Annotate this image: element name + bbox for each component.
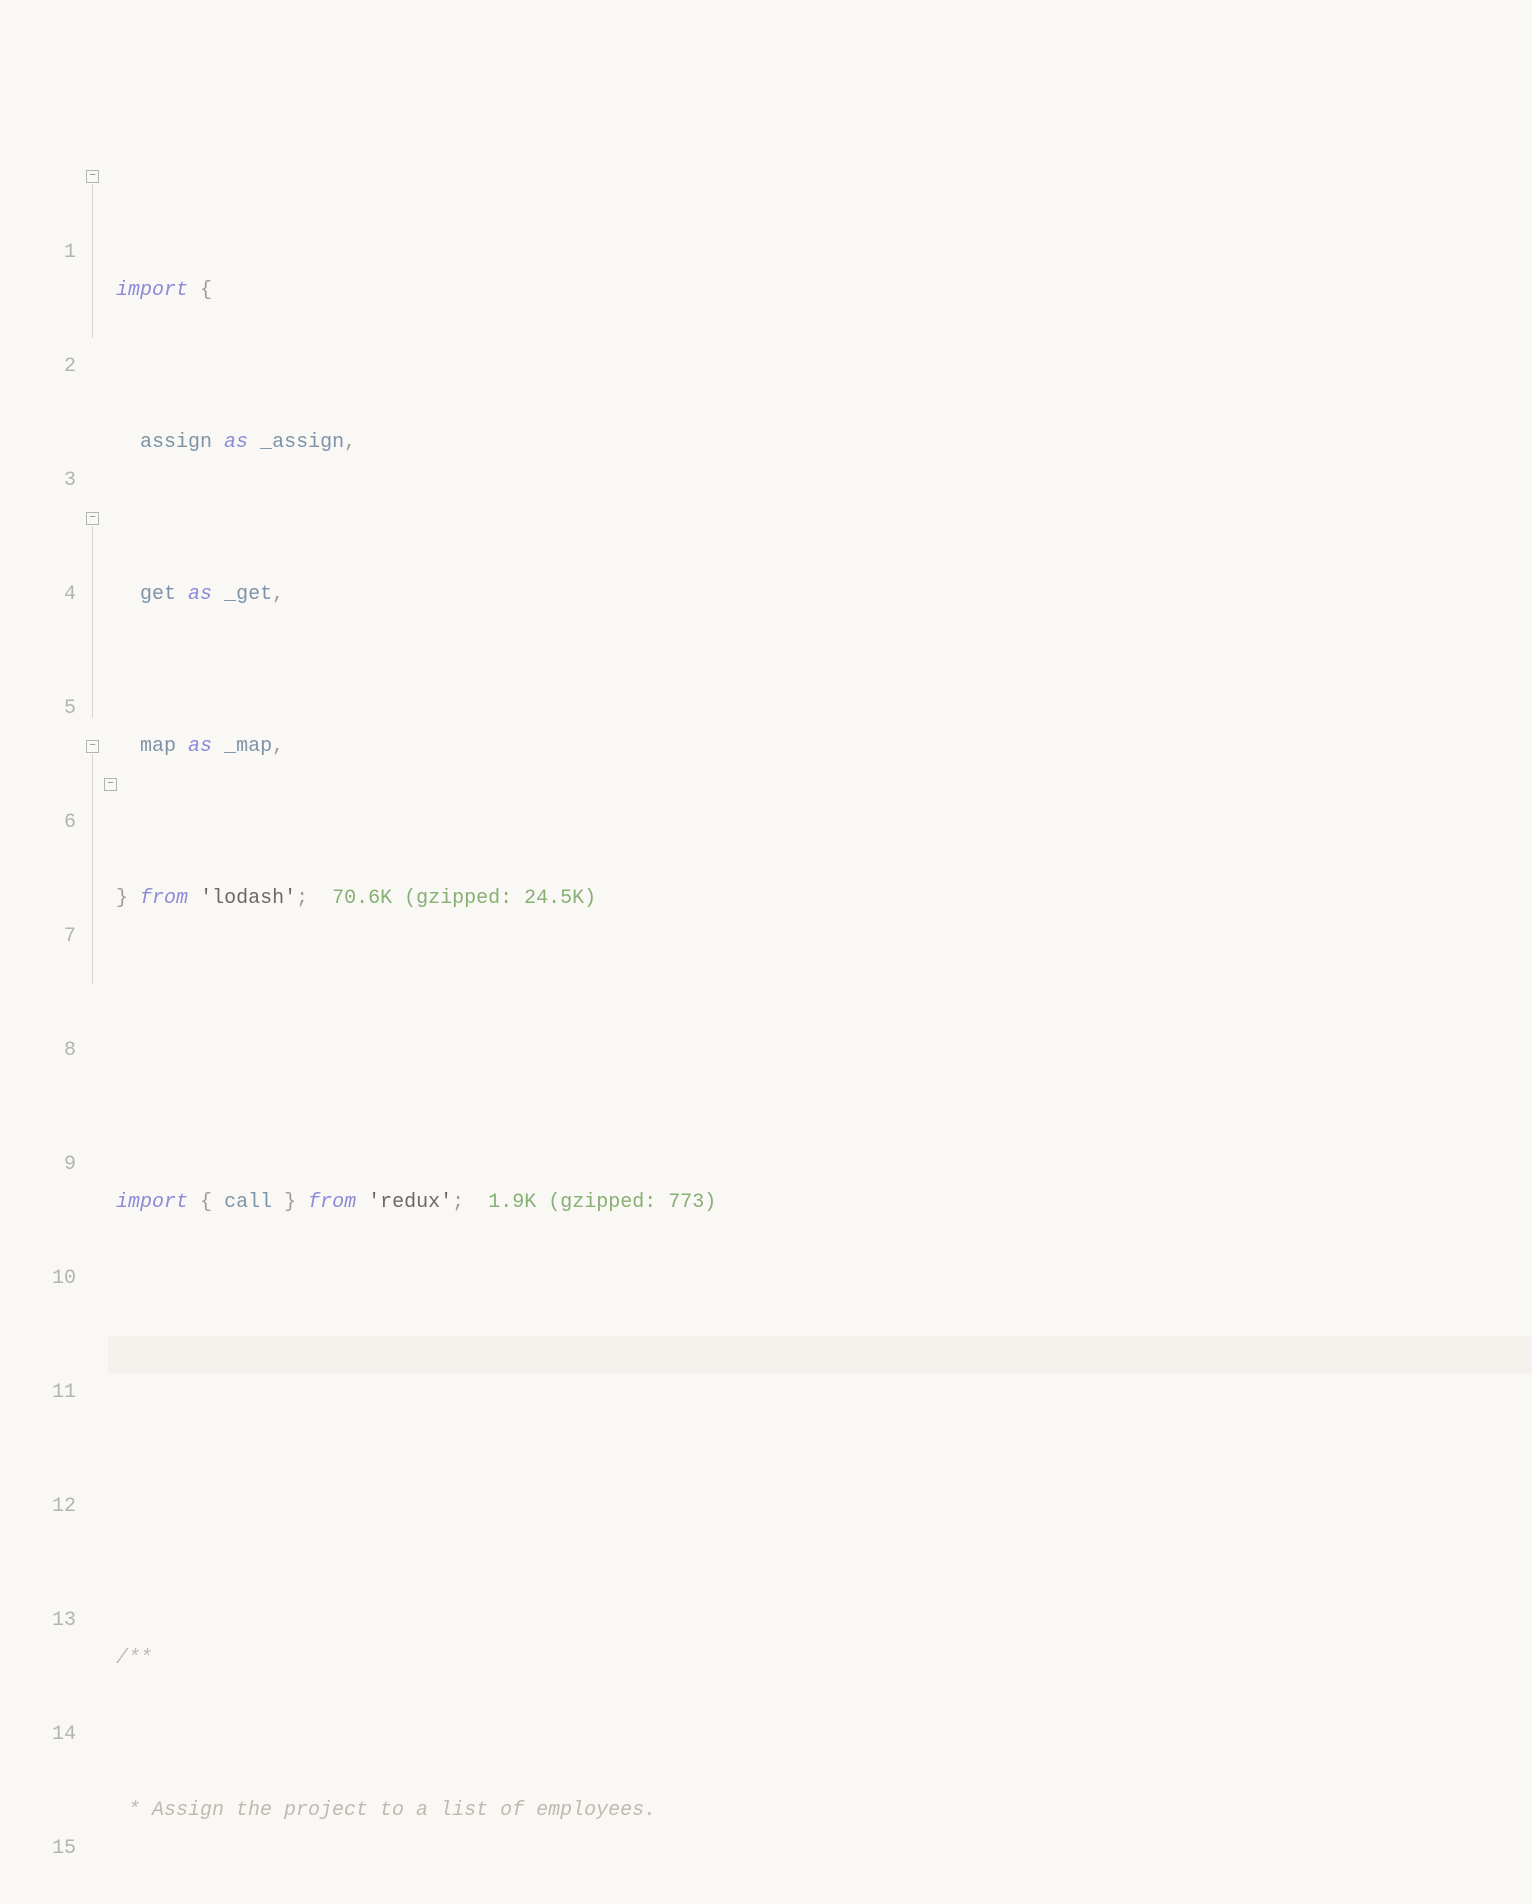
alias-get: _get: [224, 583, 272, 606]
code-editor[interactable]: 1 2 3 4 5 6 7 8 9 10 11 12 13 14 15 16 1…: [0, 152, 1532, 1904]
jsdoc-desc: Assign the project to a list of employee…: [152, 1799, 656, 1822]
keyword-as: as: [188, 583, 212, 606]
code-line[interactable]: get as _get,: [108, 576, 1532, 614]
line-number: 6: [0, 804, 76, 842]
ident-assign: assign: [140, 431, 212, 454]
ident-get: get: [140, 583, 176, 606]
line-number: 1: [0, 234, 76, 272]
line-number: 9: [0, 1146, 76, 1184]
punct-semi: ;: [296, 887, 308, 910]
keyword-from: from: [140, 887, 188, 910]
line-number: 10: [0, 1260, 76, 1298]
punct-lbrace: {: [200, 1191, 212, 1214]
fold-toggle-icon[interactable]: −: [104, 778, 117, 791]
line-number: 14: [0, 1716, 76, 1754]
string-redux: 'redux': [368, 1191, 452, 1214]
line-number: 8: [0, 1032, 76, 1070]
punct-comma: ,: [272, 735, 284, 758]
keyword-import: import: [116, 279, 188, 302]
line-number: 4: [0, 576, 76, 614]
string-lodash: 'lodash': [200, 887, 296, 910]
code-line[interactable]: import {: [108, 272, 1532, 310]
ident-map: map: [140, 735, 176, 758]
fold-guide-line: [92, 526, 93, 718]
code-line[interactable]: } from 'lodash'; 70.6K (gzipped: 24.5K): [108, 880, 1532, 918]
line-number: 7: [0, 918, 76, 956]
punct-rbrace: }: [116, 887, 128, 910]
line-number: 12: [0, 1488, 76, 1526]
punct-comma: ,: [272, 583, 284, 606]
line-number-gutter: 1 2 3 4 5 6 7 8 9 10 11 12 13 14 15 16 1…: [0, 158, 80, 1904]
code-line[interactable]: * Assign the project to a list of employ…: [108, 1792, 1532, 1830]
keyword-from: from: [308, 1191, 356, 1214]
code-line-current[interactable]: [108, 1336, 1532, 1374]
code-line[interactable]: /**: [108, 1640, 1532, 1678]
import-size-hint: 1.9K (gzipped: 773): [488, 1191, 716, 1214]
punct-comma: ,: [344, 431, 356, 454]
code-area[interactable]: import { assign as _assign, get as _get,…: [108, 158, 1532, 1904]
alias-assign: _assign: [260, 431, 344, 454]
line-number: 13: [0, 1602, 76, 1640]
fold-guide-line: [92, 754, 93, 984]
keyword-as: as: [188, 735, 212, 758]
import-size-hint: 70.6K (gzipped: 24.5K): [332, 887, 596, 910]
alias-map: _map: [224, 735, 272, 758]
keyword-import: import: [116, 1191, 188, 1214]
punct-lbrace: {: [200, 279, 212, 302]
jsdoc-star: *: [116, 1799, 152, 1822]
line-number: 3: [0, 462, 76, 500]
punct-rbrace: }: [284, 1191, 296, 1214]
fold-gutter: − − −: [80, 158, 108, 1904]
line-number: 11: [0, 1374, 76, 1412]
line-number: 15: [0, 1830, 76, 1868]
ident-call: call: [224, 1191, 272, 1214]
keyword-as: as: [224, 431, 248, 454]
fold-guide-line: [92, 184, 93, 338]
code-line[interactable]: assign as _assign,: [108, 424, 1532, 462]
code-line[interactable]: import { call } from 'redux'; 1.9K (gzip…: [108, 1184, 1532, 1222]
code-line[interactable]: map as _map,: [108, 728, 1532, 766]
punct-semi: ;: [452, 1191, 464, 1214]
line-number: 5: [0, 690, 76, 728]
line-number: 2: [0, 348, 76, 386]
fold-toggle-icon[interactable]: −: [86, 740, 99, 753]
fold-toggle-icon[interactable]: −: [86, 512, 99, 525]
fold-toggle-icon[interactable]: −: [86, 170, 99, 183]
code-line[interactable]: [108, 1488, 1532, 1526]
jsdoc-open: /**: [116, 1647, 152, 1670]
code-line[interactable]: [108, 1032, 1532, 1070]
